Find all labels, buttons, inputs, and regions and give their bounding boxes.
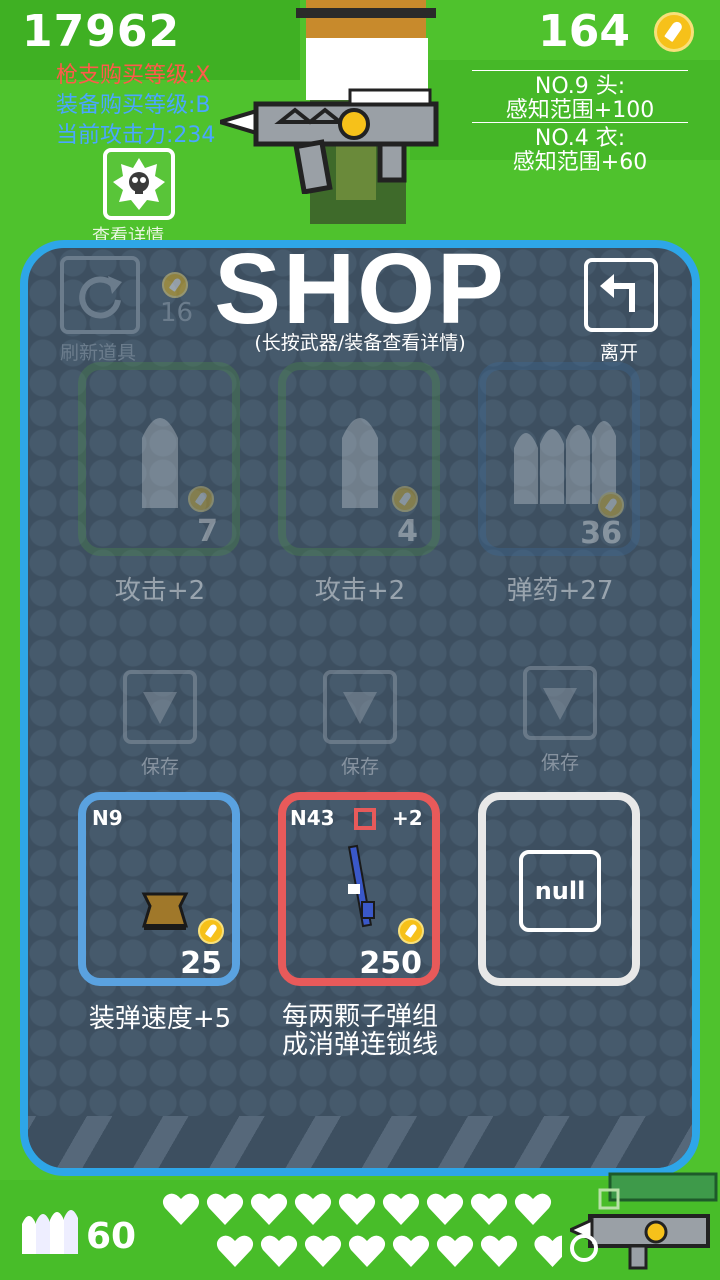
heart-icon [514, 1193, 552, 1225]
coin-icon [654, 12, 694, 52]
skull-badge-icon [113, 158, 165, 210]
heart-icon [480, 1235, 518, 1267]
view-details-button[interactable] [103, 148, 175, 220]
heart-icon [260, 1235, 298, 1267]
item-bonus: +2 [392, 806, 423, 830]
heart-icon [206, 1193, 244, 1225]
coin-counter: 164 [538, 6, 630, 57]
down-arrow-icon [343, 692, 377, 724]
heart-icon [436, 1235, 474, 1267]
save-button[interactable] [523, 666, 597, 740]
ammo-count: 60 [86, 1216, 137, 1257]
bullet-icon [342, 418, 378, 508]
heart-icon [294, 1193, 332, 1225]
item-card-n9[interactable]: N9 25 [78, 792, 240, 986]
bullet-icon [142, 418, 178, 508]
item-card-n43[interactable]: N43 +2 250 [278, 792, 440, 986]
score-counter: 17962 [22, 6, 181, 57]
upgrade-card-3[interactable]: 36 [478, 362, 640, 556]
attack-text: 当前攻击力:234 [56, 123, 216, 148]
rifle-icon [347, 844, 375, 928]
heart-icon [250, 1193, 288, 1225]
equip-body-title: NO.4 衣: [534, 126, 626, 151]
upgrade-price: 7 [197, 514, 218, 549]
coin-icon [198, 918, 224, 944]
item-level-box [354, 808, 376, 830]
heart-icon [426, 1193, 464, 1225]
upgrade-card-1[interactable]: 7 [78, 362, 240, 556]
item-code: N43 [290, 806, 335, 830]
ammo-icon [22, 1210, 78, 1254]
panel-stripes [28, 1116, 692, 1168]
heart-icon [348, 1235, 386, 1267]
item-price: 25 [180, 946, 222, 981]
gear-level-text: 装备购买等级:B [56, 93, 211, 118]
upgrade-price: 4 [397, 514, 418, 549]
gun-icon [220, 88, 439, 194]
divider [472, 122, 688, 123]
coin-icon [392, 486, 418, 512]
down-arrow-icon [543, 688, 577, 720]
heart-icon [470, 1193, 508, 1225]
refresh-button[interactable] [60, 256, 140, 334]
item-desc: 每两颗子弹组 [281, 1002, 438, 1032]
heart-icon [304, 1235, 342, 1267]
item-price: 250 [359, 946, 422, 981]
down-arrow-icon [143, 692, 177, 724]
half-heart-icon [534, 1235, 562, 1267]
save-label: 保存 [540, 752, 579, 774]
upgrade-price: 36 [580, 516, 622, 551]
item-code: N9 [92, 806, 123, 830]
divider [472, 70, 688, 71]
coin-icon [398, 918, 424, 944]
null-icon: null [519, 850, 601, 932]
upgrade-label: 弹药+27 [506, 576, 614, 606]
weapon-slot-icon [570, 1172, 718, 1270]
refresh-cost: 16 [160, 298, 194, 328]
item-desc: 成消弹连锁线 [281, 1030, 438, 1060]
heart-icon [162, 1193, 200, 1225]
upgrade-card-2[interactable]: 4 [278, 362, 440, 556]
leave-label: 离开 [600, 342, 639, 364]
save-button[interactable] [123, 670, 197, 744]
box-icon [141, 892, 189, 930]
heart-icon [392, 1235, 430, 1267]
save-label: 保存 [140, 756, 179, 778]
refresh-icon [79, 276, 122, 319]
equip-head-value: 感知范围+100 [505, 98, 655, 123]
leave-button[interactable] [584, 258, 658, 332]
equip-body-value: 感知范围+60 [512, 150, 648, 175]
refresh-label: 刷新道具 [60, 342, 137, 364]
back-arrow-icon [600, 274, 635, 312]
coin-icon [162, 272, 188, 298]
save-button[interactable] [323, 670, 397, 744]
save-label: 保存 [340, 756, 379, 778]
heart-icon [216, 1235, 254, 1267]
heart-icon [338, 1193, 376, 1225]
coin-icon [188, 486, 214, 512]
equip-head-title: NO.9 头: [534, 74, 626, 99]
gun-level-text: 枪支购买等级:X [56, 63, 211, 88]
heart-icon [382, 1193, 420, 1225]
coin-icon [598, 492, 624, 518]
